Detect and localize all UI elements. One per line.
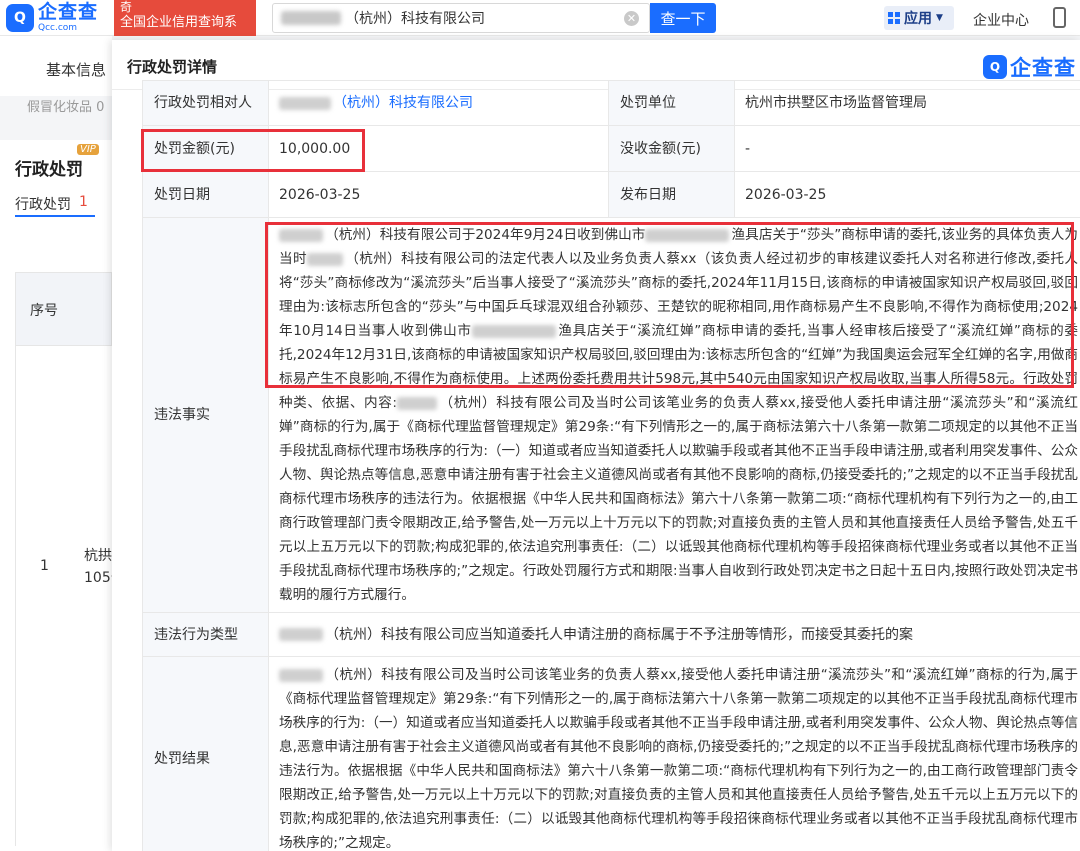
confiscate-value: -: [734, 125, 1080, 172]
table-row: 违法行为类型 （杭州）科技有限公司应当知道委托人申请注册的商标属于不予注册等情形…: [142, 612, 1080, 657]
unit-value: 杭州市拱墅区市场监督管理局: [734, 80, 1080, 126]
facts-value: （杭州）科技有限公司于2024年9月24日收到佛山市 渔具店关于“莎头”商标申请的…: [268, 217, 1080, 613]
enterprise-center-link[interactable]: 企业中心: [973, 10, 1029, 30]
apps-grid-icon: [888, 12, 900, 24]
logo-mark-icon: Q: [983, 55, 1007, 79]
table-row: 处罚结果 （杭州）科技有限公司及当时公司该笔业务的负责人蔡xx,接受他人委托申请…: [142, 656, 1080, 851]
table-row: 处罚金额(元) 10,000.00 没收金额(元) -: [142, 125, 1080, 172]
date-value: 2026-03-25: [268, 171, 609, 218]
row-doc-number: 杭拱 105号: [84, 548, 112, 586]
nav-basic-info[interactable]: 基本信息: [46, 59, 106, 80]
column-header-index: 序号: [30, 303, 58, 319]
modal-title: 行政处罚详情: [127, 58, 218, 76]
section-title: 行政处罚: [15, 160, 83, 180]
system-badge: 奇 全国企业信用查询系: [114, 0, 256, 36]
result-label: 处罚结果: [142, 656, 269, 851]
redacted-name: [279, 96, 331, 110]
apps-menu-button[interactable]: 应用 ▼: [884, 6, 954, 30]
clear-icon[interactable]: ✕: [624, 11, 639, 26]
search-input[interactable]: （杭州）科技有限公司 ✕: [272, 3, 650, 33]
active-tab-indicator: [15, 215, 95, 217]
vip-badge: VIP: [77, 144, 99, 155]
mobile-phone-icon[interactable]: [1053, 7, 1066, 28]
modal-logo: Q 企查查: [983, 52, 1076, 82]
violation-type-value: （杭州）科技有限公司应当知道委托人申请注册的商标属于不予注册等情形，而接受其委托…: [268, 612, 1080, 657]
logo-mark-icon: Q: [6, 4, 34, 32]
publish-value: 2026-03-25: [734, 171, 1080, 218]
facts-label: 违法事实: [142, 217, 269, 613]
logo-domain: Qcc.com: [38, 23, 78, 33]
site-logo[interactable]: Q 企查查 Qcc.com: [0, 0, 112, 36]
publish-label: 发布日期: [608, 171, 735, 218]
filter-tag[interactable]: 假冒化妆品 0: [27, 96, 104, 115]
system-badge-text: 全国企业信用查询系: [120, 15, 238, 30]
table-row: 违法事实 （杭州）科技有限公司于2024年9月24日收到佛山市 渔具店关于“莎头”…: [142, 217, 1080, 613]
unit-label: 处罚单位: [608, 80, 735, 126]
row-index: 1: [40, 558, 49, 574]
amount-value: 10,000.00: [268, 125, 609, 172]
table-row[interactable]: [15, 346, 112, 846]
logo-name: 企查查: [38, 1, 99, 23]
party-link[interactable]: （杭州）科技有限公司: [333, 95, 473, 111]
redacted-name: [281, 11, 341, 25]
tab-administrative-penalty[interactable]: 行政处罚: [15, 194, 71, 214]
top-bar: Q 企查查 Qcc.com 奇 全国企业信用查询系 （杭州）科技有限公司 ✕ 查…: [0, 0, 1080, 36]
apps-label: 应用: [904, 11, 932, 27]
penalty-detail-table: 行政处罚相对人 （杭州）科技有限公司 处罚单位 杭州市拱墅区市场监督管理局 处罚…: [142, 80, 1080, 851]
confiscate-label: 没收金额(元): [608, 125, 735, 172]
date-label: 处罚日期: [142, 171, 269, 218]
chevron-down-icon: ▼: [936, 13, 943, 23]
party-label: 行政处罚相对人: [142, 80, 269, 126]
party-value[interactable]: （杭州）科技有限公司: [268, 80, 609, 126]
penalty-detail-modal: 行政处罚详情 Q 企查查 行政处罚相对人 （杭州）科技有限公司 处罚单位 杭州市…: [112, 40, 1080, 851]
modal-logo-text: 企查查: [1010, 56, 1076, 80]
result-value: （杭州）科技有限公司及当时公司该笔业务的负责人蔡xx,接受他人委托申请注册“溪流…: [268, 656, 1080, 851]
search-value: （杭州）科技有限公司: [345, 11, 485, 27]
amount-label: 处罚金额(元): [142, 125, 269, 172]
violation-type-label: 违法行为类型: [142, 612, 269, 657]
tab-count: 1: [79, 194, 88, 210]
search-button[interactable]: 查一下: [650, 3, 716, 33]
table-row: 行政处罚相对人 （杭州）科技有限公司 处罚单位 杭州市拱墅区市场监督管理局: [142, 80, 1080, 126]
table-row: 处罚日期 2026-03-25 发布日期 2026-03-25: [142, 171, 1080, 218]
